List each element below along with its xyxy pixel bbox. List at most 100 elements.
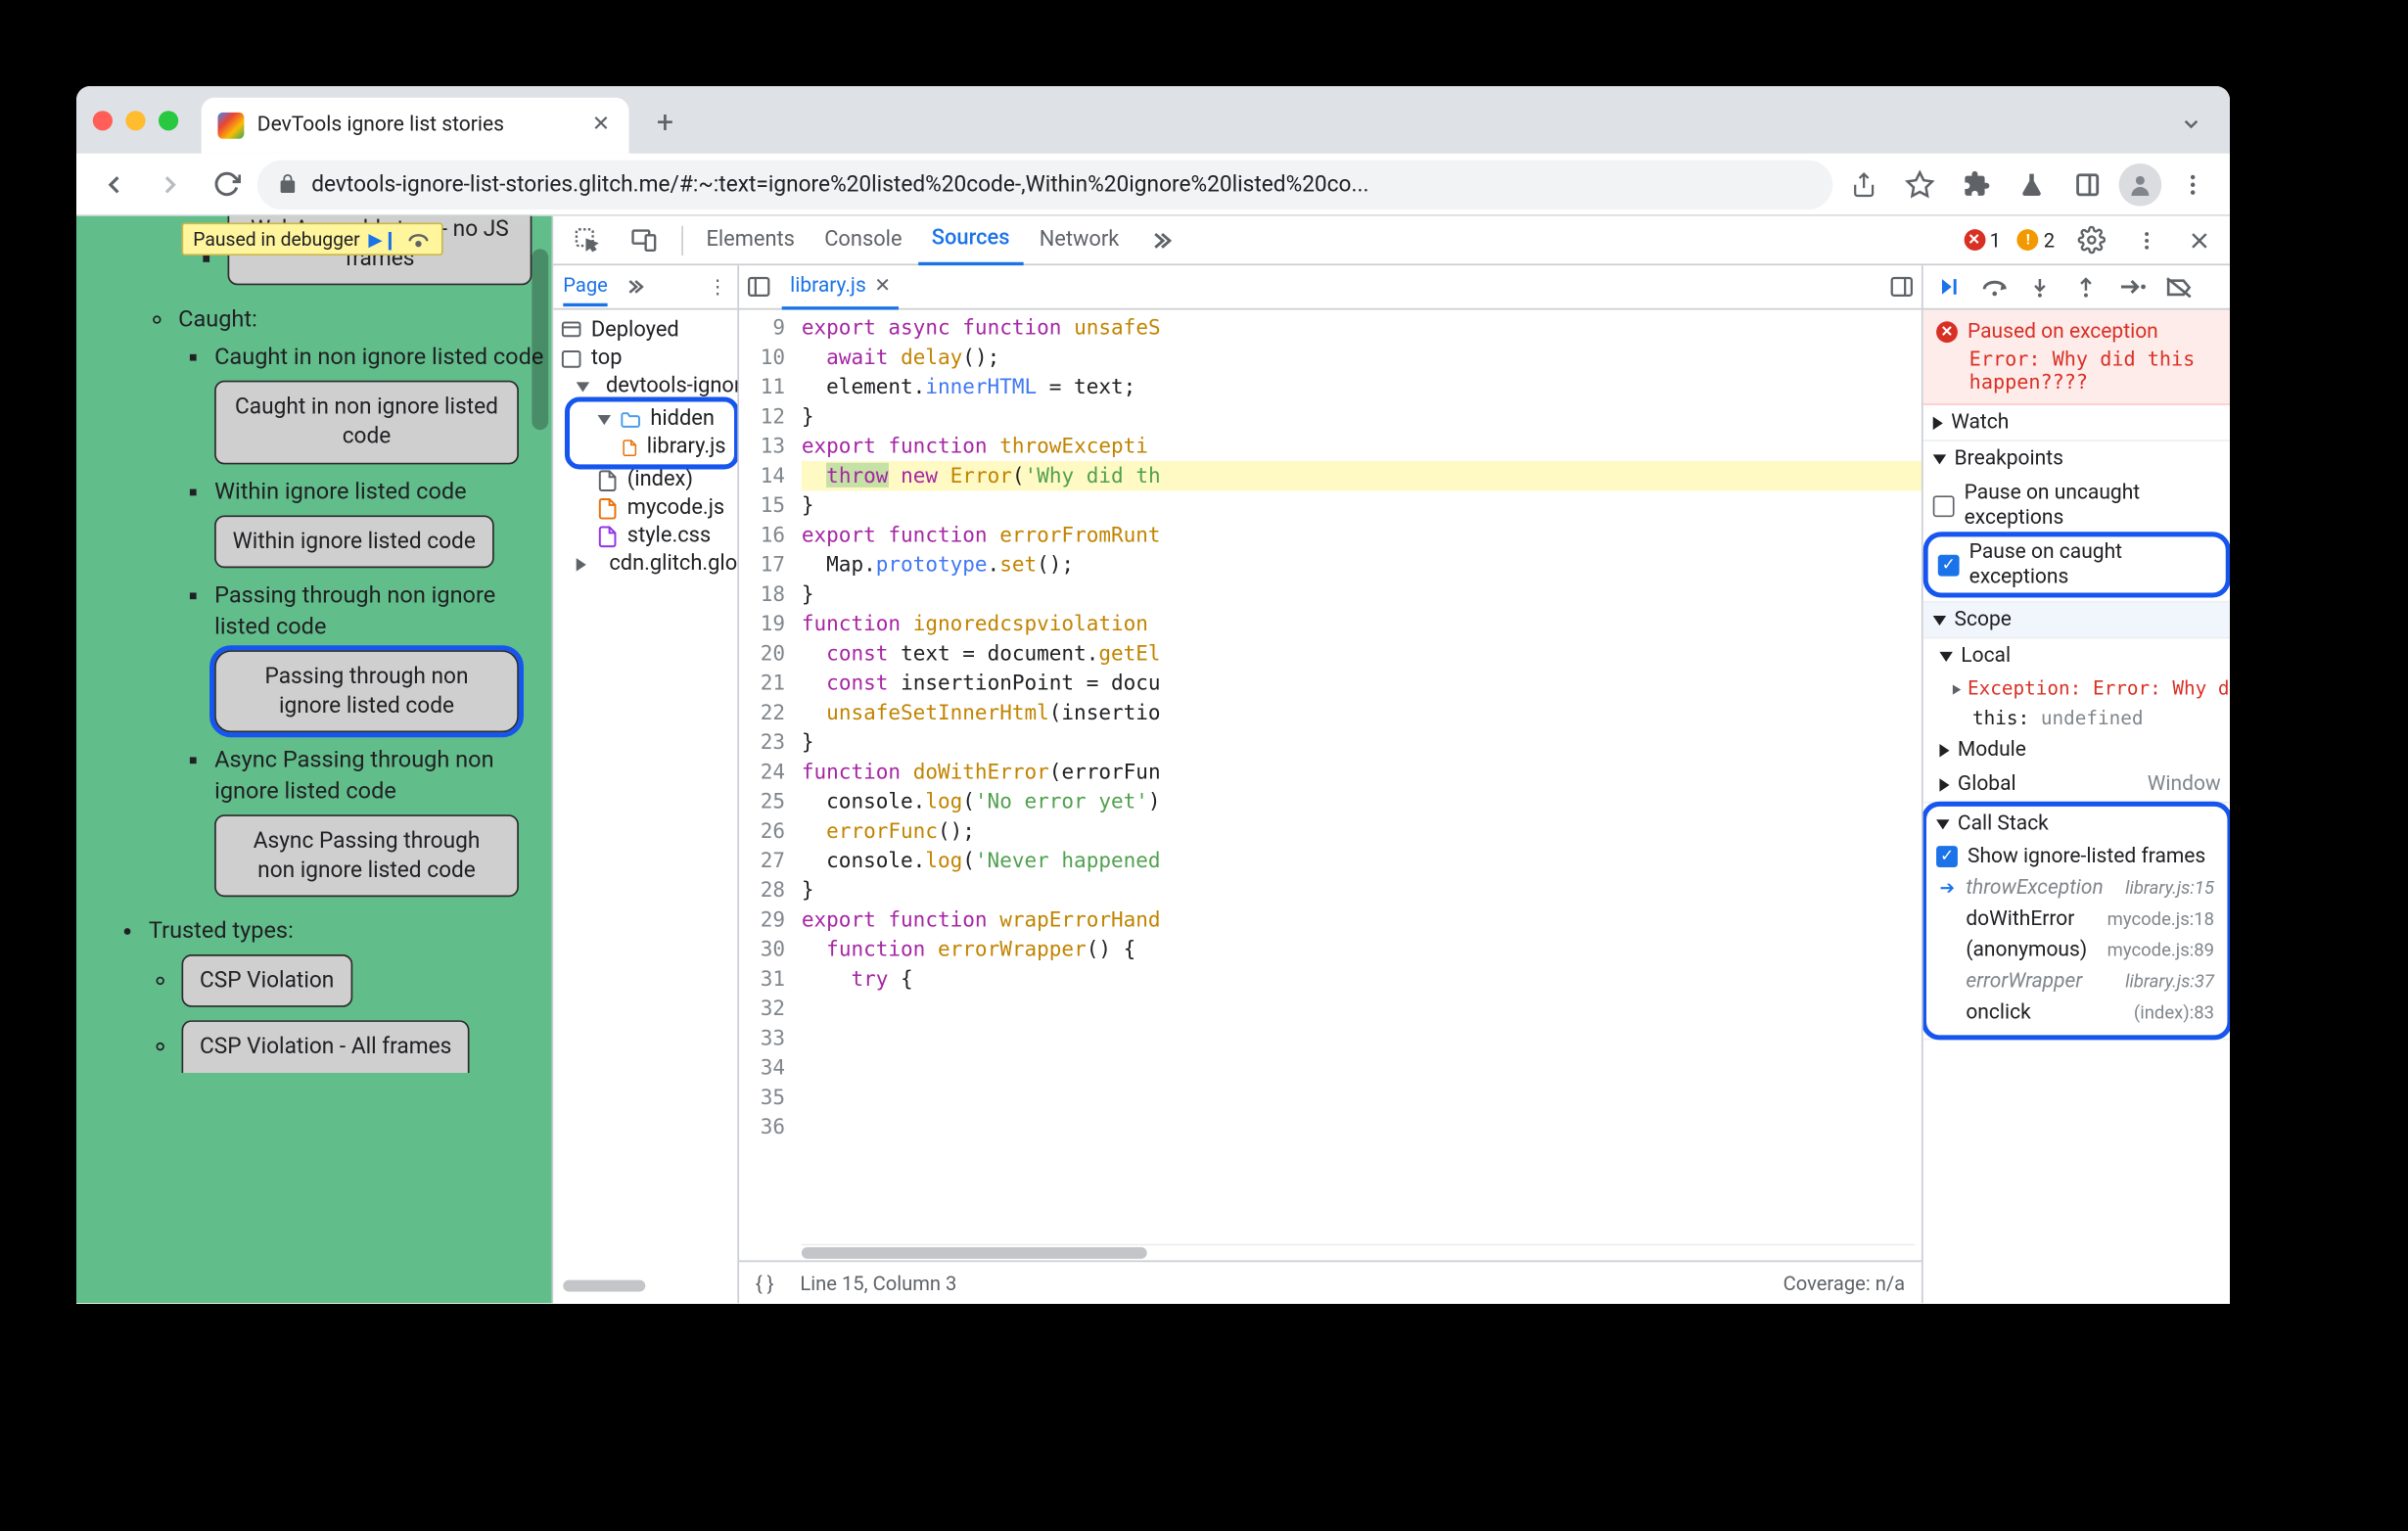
tab-elements[interactable]: Elements xyxy=(693,215,808,264)
step-out-button[interactable] xyxy=(2071,272,2101,302)
scope-module-header[interactable]: Module xyxy=(1923,732,2230,766)
url-text: devtools-ignore-list-stories.glitch.me/#… xyxy=(311,171,1813,198)
chevron-right-icon xyxy=(1933,416,1943,429)
chevron-right-icon xyxy=(577,557,593,570)
forward-button[interactable] xyxy=(146,160,195,209)
editor-tab-library[interactable]: library.js ✕ xyxy=(782,265,900,309)
settings-icon[interactable] xyxy=(2064,215,2118,264)
resume-button[interactable] xyxy=(1933,272,1963,302)
checkbox-icon xyxy=(1933,494,1955,516)
callstack-frame[interactable]: errorWrapperlibrary.js:37 xyxy=(1926,966,2227,997)
tree-cdn[interactable]: cdn.glitch.globa xyxy=(553,550,737,579)
callstack-frame[interactable]: ➔throwExceptionlibrary.js:15 xyxy=(1926,872,2227,904)
callstack-frame[interactable]: onclick(index):83 xyxy=(1926,997,2227,1029)
step-over-mini-icon[interactable] xyxy=(406,227,433,251)
error-count[interactable]: ✕1 xyxy=(1957,228,2008,252)
navigator-tab-page[interactable]: Page xyxy=(563,274,608,307)
checkbox-pause-caught[interactable]: ✓ Pause on caught exceptions xyxy=(1928,536,2226,592)
share-button[interactable] xyxy=(1839,160,1888,209)
resume-icon[interactable]: ▶❙ xyxy=(370,227,396,251)
code-lines: export async function unsafeS await dela… xyxy=(795,309,1922,1243)
page-heading-caught: Caught: xyxy=(178,305,551,337)
new-tab-button[interactable]: + xyxy=(642,100,688,146)
paused-label: Paused in debugger xyxy=(193,227,359,251)
callstack-frame[interactable]: (anonymous)mycode.js:89 xyxy=(1926,935,2227,966)
section-header-callstack[interactable]: Call Stack xyxy=(1926,807,2227,841)
page-button-csp-all[interactable]: CSP Violation - All frames xyxy=(182,1021,470,1072)
back-button[interactable] xyxy=(89,160,138,209)
profile-button[interactable] xyxy=(2119,162,2162,206)
scope-global-header[interactable]: Global Window xyxy=(1923,767,2230,802)
devtools-close-icon[interactable] xyxy=(2175,215,2224,264)
tree-index[interactable]: (index) xyxy=(553,466,737,494)
scope-local-header[interactable]: Local xyxy=(1923,638,2230,673)
page-button-async-passing[interactable]: Async Passing through non ignore listed … xyxy=(214,814,519,898)
section-scope: Scope xyxy=(1923,603,2230,639)
extensions-button[interactable] xyxy=(1951,160,2000,209)
tab-console[interactable]: Console xyxy=(811,215,915,264)
minimize-window-button[interactable] xyxy=(125,110,145,129)
step-button[interactable] xyxy=(2117,272,2147,302)
devtools-menu-icon[interactable] xyxy=(2122,215,2171,264)
code-body[interactable]: 9101112131415161718192021222324252627282… xyxy=(739,309,1922,1243)
browser-tab[interactable]: DevTools ignore list stories ✕ xyxy=(202,97,629,153)
navigator-menu-icon[interactable]: ⋮ xyxy=(708,275,727,299)
step-into-button[interactable] xyxy=(2025,272,2055,302)
tree-hidden-folder[interactable]: hidden xyxy=(572,405,733,434)
code-hscroll[interactable] xyxy=(802,1244,1915,1261)
device-toolbar-icon[interactable] xyxy=(618,215,671,264)
tab-network[interactable]: Network xyxy=(1026,215,1133,264)
pretty-print-icon[interactable]: { } xyxy=(756,1271,774,1294)
tree-mycode[interactable]: mycode.js xyxy=(553,494,737,523)
warning-count[interactable]: !2 xyxy=(2011,228,2061,252)
navigator-hscroll[interactable] xyxy=(563,1280,727,1297)
toggle-navigator-icon[interactable] xyxy=(746,274,772,301)
close-window-button[interactable] xyxy=(93,110,113,129)
navigator-tabs: Page ⋮ xyxy=(553,265,737,309)
paused-reason: Paused on exception xyxy=(1968,320,2158,345)
navigator-tab-overflow[interactable] xyxy=(625,277,644,297)
checkbox-show-ignored[interactable]: ✓ Show ignore-listed frames xyxy=(1926,841,2227,872)
section-header-watch[interactable]: Watch xyxy=(1923,405,2230,440)
tree-style[interactable]: style.css xyxy=(553,522,737,550)
page-scrollbar-thumb[interactable] xyxy=(532,249,548,430)
page-button-caught-non[interactable]: Caught in non ignore listed code xyxy=(214,381,519,464)
address-bar[interactable]: devtools-ignore-list-stories.glitch.me/#… xyxy=(257,160,1832,209)
side-panel-button[interactable] xyxy=(2062,160,2111,209)
tab-overflow-icon[interactable] xyxy=(1135,215,1184,264)
content-area: Paused in debugger ▶❙ WebAssembly trap -… xyxy=(76,216,2230,1303)
page-button-within[interactable]: Within ignore listed code xyxy=(214,515,493,568)
scope-exception[interactable]: Exception: Error: Why did t xyxy=(1923,673,2230,703)
step-over-button[interactable] xyxy=(1979,272,2009,302)
page-button-csp[interactable]: CSP Violation xyxy=(182,954,352,1007)
scope-this: this: undefined xyxy=(1923,703,2230,732)
chevron-down-icon xyxy=(577,382,589,392)
deactivate-breakpoints-button[interactable] xyxy=(2163,272,2193,302)
tree-top[interactable]: top xyxy=(553,345,737,373)
page-text-async-passing: Async Passing through non ignore listed … xyxy=(214,747,493,805)
sources-navigator: Page ⋮ Deployed top xyxy=(553,265,739,1303)
tab-overflow-button[interactable] xyxy=(2168,100,2214,146)
chevron-right-icon xyxy=(1939,743,1949,756)
toggle-debugger-icon[interactable] xyxy=(1888,274,1915,301)
menu-button[interactable] xyxy=(2168,160,2217,209)
page-viewport: Paused in debugger ▶❙ WebAssembly trap -… xyxy=(76,216,552,1303)
section-header-breakpoints[interactable]: Breakpoints xyxy=(1923,441,2230,476)
checkbox-pause-uncaught[interactable]: Pause on uncaught exceptions xyxy=(1923,478,2230,534)
close-tab-icon[interactable]: ✕ xyxy=(874,274,891,298)
tab-close-button[interactable]: ✕ xyxy=(589,114,613,137)
page-button-passing[interactable]: Passing through non ignore listed code xyxy=(214,649,519,732)
labs-button[interactable] xyxy=(2007,160,2056,209)
inspect-icon[interactable] xyxy=(560,215,614,264)
callstack-frame[interactable]: doWithErrormycode.js:18 xyxy=(1926,904,2227,935)
tree-origin[interactable]: devtools-ignore xyxy=(553,372,737,400)
reload-button[interactable] xyxy=(202,160,251,209)
bookmark-button[interactable] xyxy=(1895,160,1944,209)
tree-deployed[interactable]: Deployed xyxy=(553,316,737,345)
debugger-sidebar: ✕ Paused on exception Error: Why did thi… xyxy=(1923,265,2230,1303)
maximize-window-button[interactable] xyxy=(159,110,178,129)
section-header-scope[interactable]: Scope xyxy=(1923,603,2230,637)
tree-library-js[interactable]: library.js xyxy=(572,433,733,461)
debugger-controls xyxy=(1923,265,2230,309)
tab-sources[interactable]: Sources xyxy=(918,215,1023,264)
